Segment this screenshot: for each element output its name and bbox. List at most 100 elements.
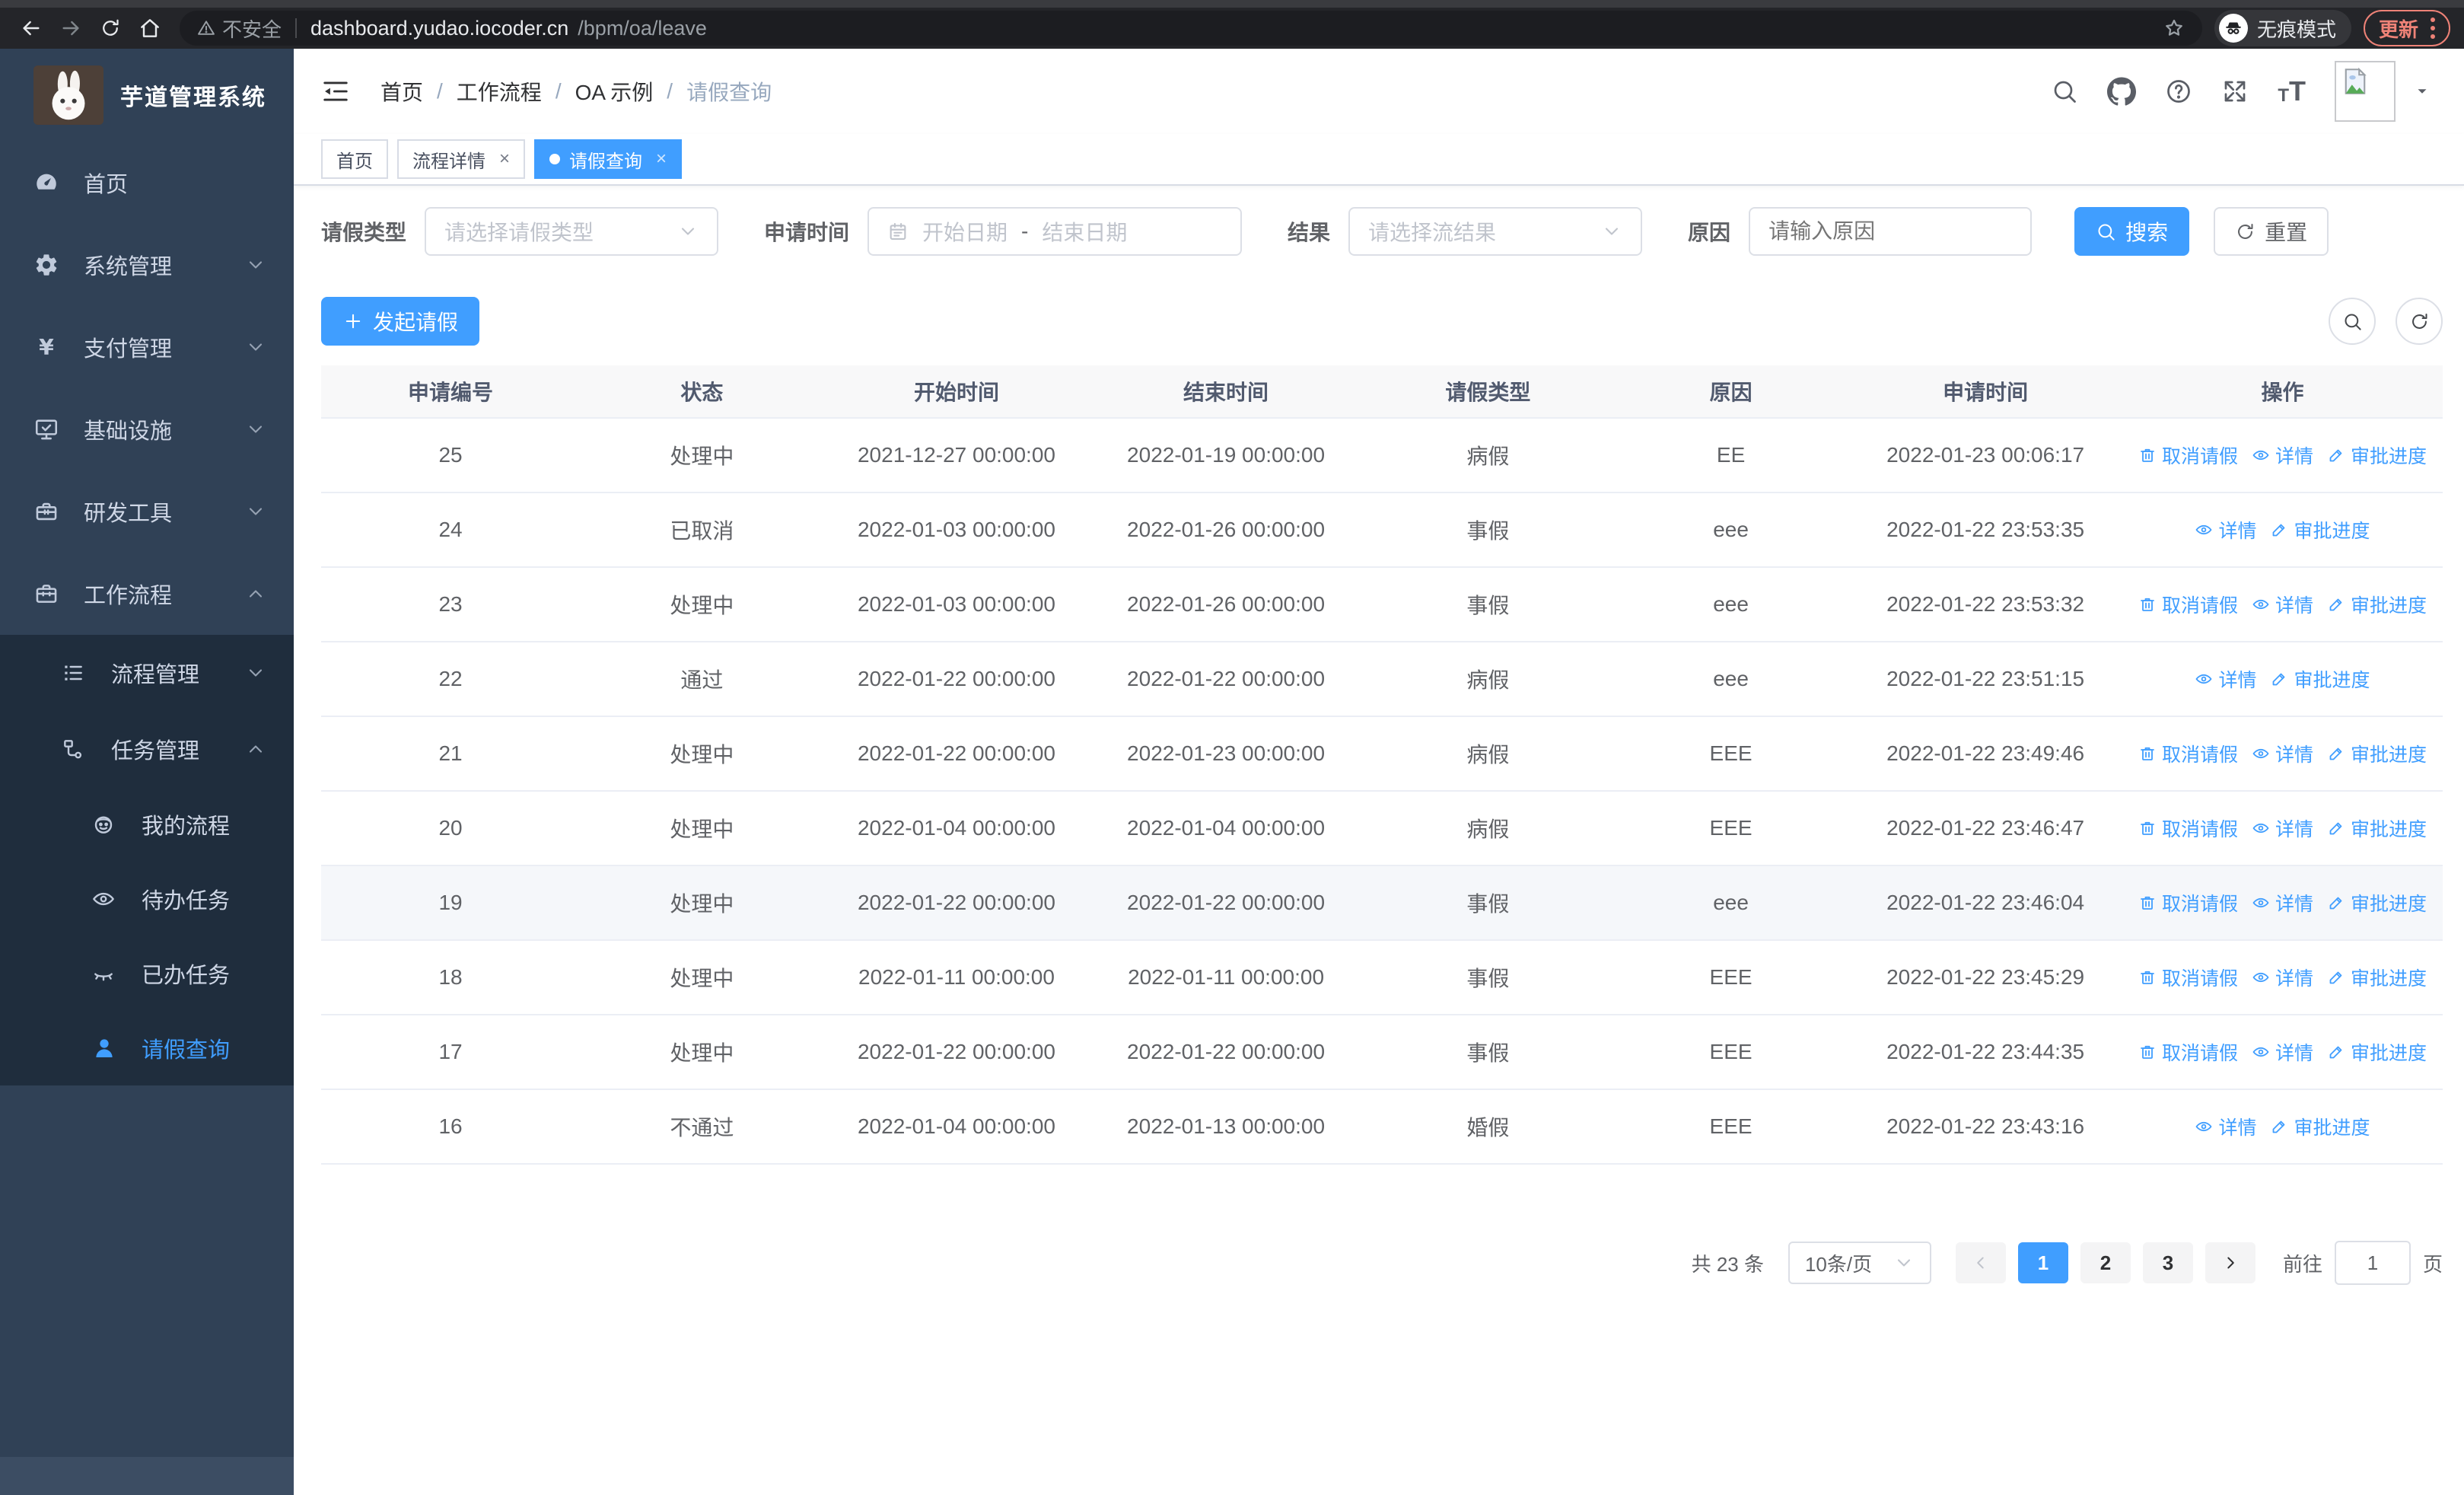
help-icon[interactable] xyxy=(2165,78,2192,105)
search-button[interactable]: 搜索 xyxy=(2074,207,2190,256)
page-size-select[interactable]: 10条/页 xyxy=(1788,1242,1931,1284)
action-cancel[interactable]: 取消请假 xyxy=(2138,889,2238,916)
tab-home[interactable]: 首页 xyxy=(321,139,388,179)
forward-icon[interactable] xyxy=(53,11,88,46)
result-select[interactable]: 请选择流结果 xyxy=(1348,207,1643,256)
action-detail[interactable]: 详情 xyxy=(2252,889,2313,916)
action-cancel[interactable]: 取消请假 xyxy=(2138,591,2238,618)
prev-page-button[interactable] xyxy=(1955,1242,2006,1283)
cell-type: 事假 xyxy=(1362,1015,1613,1090)
action-label: 审批进度 xyxy=(2350,967,2427,990)
action-label: 取消请假 xyxy=(2161,967,2238,990)
action-cancel[interactable]: 取消请假 xyxy=(2138,1038,2238,1066)
address-bar[interactable]: 不安全 dashboard.yudao.iocoder.cn /bpm/oa/l… xyxy=(180,11,2202,46)
avatar-caret-icon[interactable] xyxy=(2414,83,2431,100)
sidebar-item-my-process[interactable]: 我的流程 xyxy=(0,787,294,862)
active-dot xyxy=(549,154,561,164)
action-detail[interactable]: 详情 xyxy=(2252,964,2313,991)
home-icon[interactable] xyxy=(132,11,167,46)
action-detail[interactable]: 详情 xyxy=(2252,441,2313,469)
robot-icon xyxy=(91,812,122,837)
sidebar-item-leave-query[interactable]: 请假查询 xyxy=(0,1011,294,1085)
delete-icon xyxy=(2138,446,2157,464)
action-detail[interactable]: 详情 xyxy=(2195,516,2256,543)
action-cancel[interactable]: 取消请假 xyxy=(2138,441,2238,469)
toggle-search-button[interactable] xyxy=(2329,298,2376,345)
leave-table: 申请编号 状态 开始时间 结束时间 请假类型 原因 申请时间 操作 25 处理中 2021-12-2… xyxy=(321,365,2443,1165)
action-detail[interactable]: 详情 xyxy=(2252,1038,2313,1066)
goto-page-input[interactable] xyxy=(2334,1241,2411,1285)
sidebar-collapse-icon[interactable] xyxy=(321,77,350,106)
close-icon[interactable]: × xyxy=(499,148,510,170)
browser-update-button[interactable]: 更新 xyxy=(2363,10,2450,46)
breadcrumb-item[interactable]: 首页 xyxy=(380,76,423,107)
app-logo[interactable]: 芋道管理系统 xyxy=(0,49,294,142)
sidebar-item-task-mgmt[interactable]: 任务管理 xyxy=(0,711,294,787)
refresh-table-button[interactable] xyxy=(2396,298,2443,345)
font-size-icon[interactable]: TT xyxy=(2278,78,2306,105)
github-icon[interactable] xyxy=(2107,77,2137,106)
reason-input[interactable] xyxy=(1749,207,2033,256)
sidebar-item-todo-task[interactable]: 待办任务 xyxy=(0,862,294,936)
avatar[interactable] xyxy=(2335,61,2396,122)
delete-icon xyxy=(2138,744,2157,763)
breadcrumb-item[interactable]: OA 示例 xyxy=(575,76,654,107)
close-icon[interactable]: × xyxy=(656,148,667,170)
action-cancel[interactable]: 取消请假 xyxy=(2138,814,2238,842)
cell-start: 2022-01-11 00:00:00 xyxy=(823,940,1090,1015)
action-progress[interactable]: 审批进度 xyxy=(2270,516,2370,543)
action-progress[interactable]: 审批进度 xyxy=(2327,1038,2427,1066)
sidebar-item-label: 研发工具 xyxy=(84,502,173,526)
tab-leave-query[interactable]: 请假查询 × xyxy=(534,139,683,179)
reset-button[interactable]: 重置 xyxy=(2214,207,2329,256)
page-content: 请假类型 请选择请假类型 申请时间 开始日期 - 结束日期 结果 请选择流结果 xyxy=(294,186,2464,1495)
view-icon xyxy=(2252,894,2270,912)
action-progress[interactable]: 审批进度 xyxy=(2327,591,2427,618)
action-detail[interactable]: 详情 xyxy=(2252,814,2313,842)
sidebar-menu: 首页 系统管理 ¥ 支付管理 基础设施研发工具工作流程 流程管理 任务管理 我的流程 待办任务已… xyxy=(0,142,294,1085)
browser-menu-icon[interactable] xyxy=(2431,18,2435,39)
cell-type: 事假 xyxy=(1362,492,1613,568)
action-progress[interactable]: 审批进度 xyxy=(2270,1113,2370,1140)
sidebar-item-devtools[interactable]: 研发工具 xyxy=(0,470,294,553)
action-detail[interactable]: 详情 xyxy=(2252,740,2313,767)
action-label: 详情 xyxy=(2218,1117,2257,1139)
action-detail[interactable]: 详情 xyxy=(2195,665,2256,693)
action-progress[interactable]: 审批进度 xyxy=(2270,665,2370,693)
sidebar-item-infra[interactable]: 基础设施 xyxy=(0,388,294,470)
search-icon[interactable] xyxy=(2051,78,2078,105)
sidebar-item-system[interactable]: 系统管理 xyxy=(0,224,294,306)
create-leave-button[interactable]: 发起请假 xyxy=(321,297,480,346)
action-cancel[interactable]: 取消请假 xyxy=(2138,964,2238,991)
sidebar-item-home[interactable]: 首页 xyxy=(0,142,294,224)
action-cancel[interactable]: 取消请假 xyxy=(2138,740,2238,767)
fullscreen-icon[interactable] xyxy=(2221,78,2249,105)
cell-end: 2022-01-22 00:00:00 xyxy=(1089,865,1363,941)
sidebar-item-process-mgmt[interactable]: 流程管理 xyxy=(0,635,294,711)
refresh-icon xyxy=(2235,222,2255,242)
action-progress[interactable]: 审批进度 xyxy=(2327,740,2427,767)
tab-process-detail[interactable]: 流程详情 × xyxy=(397,139,526,179)
page-button-2[interactable]: 2 xyxy=(2080,1242,2131,1283)
page-button-1[interactable]: 1 xyxy=(2017,1242,2068,1283)
action-progress[interactable]: 审批进度 xyxy=(2327,441,2427,469)
leave-type-select[interactable]: 请选择请假类型 xyxy=(425,207,719,256)
action-progress[interactable]: 审批进度 xyxy=(2327,814,2427,842)
sidebar-item-workflow[interactable]: 工作流程 xyxy=(0,553,294,635)
breadcrumb-item[interactable]: 工作流程 xyxy=(457,76,542,107)
action-detail[interactable]: 详情 xyxy=(2252,591,2313,618)
sidebar-item-payment[interactable]: ¥ 支付管理 xyxy=(0,306,294,388)
sidebar-item-done-task[interactable]: 已办任务 xyxy=(0,936,294,1011)
page-button-3[interactable]: 3 xyxy=(2142,1242,2193,1283)
browser-chrome: 不安全 dashboard.yudao.iocoder.cn /bpm/oa/l… xyxy=(0,0,2464,49)
bookmark-star-icon[interactable] xyxy=(2163,17,2185,40)
back-icon[interactable] xyxy=(14,11,49,46)
edit-icon xyxy=(2327,819,2345,837)
reload-icon[interactable] xyxy=(93,11,128,46)
breadcrumb-separator: / xyxy=(555,79,562,103)
next-page-button[interactable] xyxy=(2205,1242,2255,1283)
action-detail[interactable]: 详情 xyxy=(2195,1113,2256,1140)
action-progress[interactable]: 审批进度 xyxy=(2327,964,2427,991)
action-progress[interactable]: 审批进度 xyxy=(2327,889,2427,916)
apply-time-range-picker[interactable]: 开始日期 - 结束日期 xyxy=(867,207,1243,256)
